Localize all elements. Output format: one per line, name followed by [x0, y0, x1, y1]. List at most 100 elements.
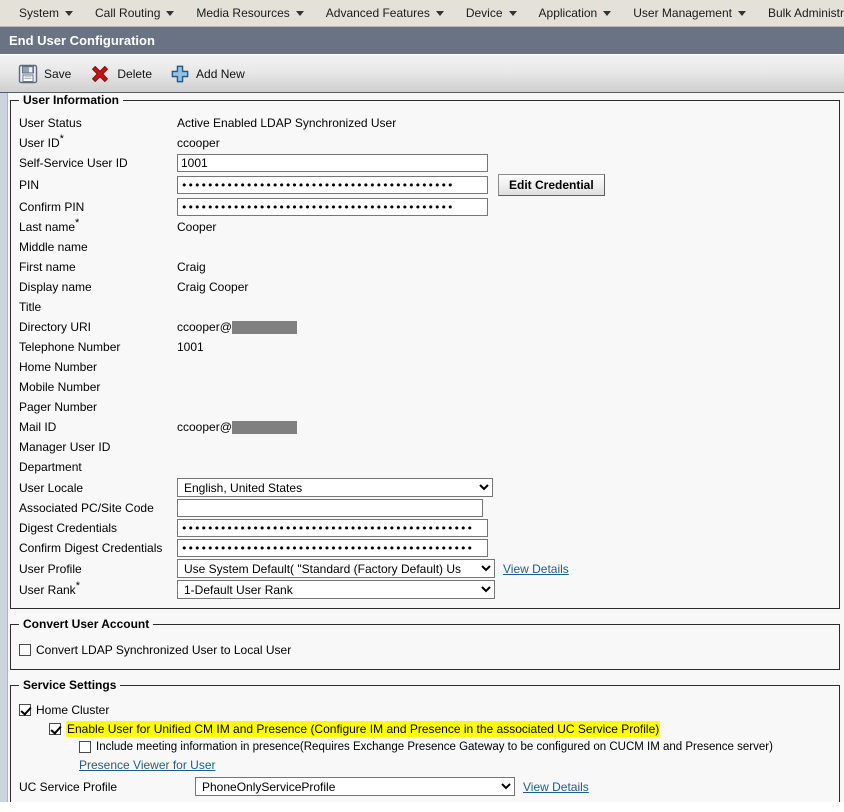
- display-name-value: Craig Cooper: [177, 280, 249, 294]
- home-cluster-checkbox[interactable]: [19, 704, 31, 716]
- mail-id-label: Mail ID: [19, 420, 57, 434]
- menu-item-application[interactable]: Application: [528, 0, 623, 26]
- directory-uri-value: ccooper@: [177, 319, 297, 335]
- last-name-label: Last name*: [19, 217, 80, 235]
- page-title-bar: End User Configuration: [0, 27, 844, 55]
- confirm-pin-input[interactable]: [177, 198, 488, 216]
- field-confirm-digest-credentials: Confirm Digest Credentials: [19, 538, 831, 558]
- field-associated-pc-site-code: Associated PC/Site Code: [19, 498, 831, 518]
- user-locale-select[interactable]: English, United States: [177, 478, 493, 497]
- menu-item-system[interactable]: System: [8, 0, 84, 26]
- include-meeting-info-checkbox[interactable]: [79, 741, 91, 753]
- associated-pc-site-code-label: Associated PC/Site Code: [19, 501, 154, 515]
- include-meeting-info-row: Include meeting information in presence(…: [79, 739, 831, 755]
- user-locale-label: User Locale: [19, 480, 84, 495]
- save-button[interactable]: Save: [12, 62, 77, 86]
- pin-input[interactable]: [177, 176, 488, 194]
- field-title: Title: [19, 297, 831, 317]
- add-new-button[interactable]: Add New: [164, 62, 251, 86]
- field-manager-user-id: Manager User ID: [19, 437, 831, 457]
- user-rank-label: User Rank*: [19, 579, 80, 597]
- convert-user-account-section: Convert User Account Convert LDAP Synchr…: [10, 617, 840, 670]
- title-label: Title: [19, 300, 42, 314]
- middle-name-label: Middle name: [19, 240, 88, 254]
- chevron-down-icon: [166, 10, 175, 16]
- page-content: User Information User Status Active Enab…: [0, 93, 844, 802]
- user-profile-select[interactable]: Use System Default( "Standard (Factory D…: [177, 559, 495, 578]
- user-rank-select[interactable]: 1-Default User Rank: [177, 580, 495, 599]
- redaction-block: [231, 420, 297, 434]
- mail-id-text: ccooper@: [177, 420, 232, 434]
- menu-item-media-resources[interactable]: Media Resources: [185, 0, 314, 26]
- field-user-status: User Status Active Enabled LDAP Synchron…: [19, 113, 831, 133]
- telephone-number-value: 1001: [177, 340, 204, 354]
- manager-user-id-label: Manager User ID: [19, 440, 111, 454]
- chevron-down-icon: [603, 10, 612, 16]
- field-display-name: Display name Craig Cooper: [19, 277, 831, 297]
- menu-item-advanced-features[interactable]: Advanced Features: [315, 0, 455, 26]
- pager-number-label: Pager Number: [19, 400, 98, 414]
- field-last-name: Last name* Cooper: [19, 217, 831, 237]
- user-information-section: User Information User Status Active Enab…: [10, 93, 840, 609]
- mail-id-value: ccooper@: [177, 419, 297, 435]
- field-pin: PIN Edit Credential: [19, 173, 831, 197]
- menu-label: Media Resources: [196, 6, 290, 20]
- menu-item-call-routing[interactable]: Call Routing: [84, 0, 185, 26]
- menu-item-user-management[interactable]: User Management: [622, 0, 757, 26]
- first-name-label: First name: [19, 260, 76, 274]
- menu-item-bulk-administration[interactable]: Bulk Administration: [757, 0, 844, 26]
- menu-label: Device: [465, 6, 503, 20]
- field-directory-uri: Directory URI ccooper@: [19, 317, 831, 337]
- blue-plus-icon: [170, 64, 190, 84]
- left-rail: [0, 93, 8, 802]
- field-home-number: Home Number: [19, 357, 831, 377]
- main-menu-bar: System Call Routing Media Resources Adva…: [0, 0, 844, 27]
- pin-label: PIN: [19, 178, 40, 192]
- convert-ldap-user-checkbox[interactable]: [19, 644, 31, 656]
- convert-ldap-user-label: Convert LDAP Synchronized User to Local …: [36, 643, 292, 657]
- redaction-block: [231, 320, 297, 334]
- user-id-label: User ID*: [19, 133, 64, 151]
- confirm-digest-credentials-input[interactable]: [177, 539, 488, 557]
- user-status-value: Active Enabled LDAP Synchronized User: [177, 116, 397, 130]
- menu-item-device[interactable]: Device: [455, 0, 528, 26]
- field-uc-service-profile: UC Service Profile PhoneOnlyServiceProfi…: [19, 776, 831, 797]
- chevron-down-icon: [737, 10, 746, 16]
- confirm-digest-credentials-label: Confirm Digest Credentials: [19, 541, 163, 555]
- digest-credentials-label: Digest Credentials: [19, 521, 118, 535]
- last-name-value: Cooper: [177, 220, 217, 234]
- field-middle-name: Middle name: [19, 237, 831, 257]
- delete-button[interactable]: Delete: [83, 61, 158, 87]
- enable-im-presence-label: Enable User for Unified CM IM and Presen…: [66, 721, 661, 737]
- mobile-number-label: Mobile Number: [19, 380, 101, 394]
- home-number-label: Home Number: [19, 360, 98, 374]
- presence-viewer-for-user-link[interactable]: Presence Viewer for User: [79, 758, 216, 772]
- field-user-profile: User Profile Use System Default( "Standa…: [19, 558, 831, 579]
- uc-service-profile-label: UC Service Profile: [19, 779, 118, 794]
- enable-im-presence-checkbox[interactable]: [49, 723, 61, 735]
- field-user-id: User ID* ccooper: [19, 133, 831, 153]
- associated-pc-site-code-input[interactable]: [177, 499, 483, 517]
- field-telephone-number: Telephone Number 1001: [19, 337, 831, 357]
- convert-user-account-legend: Convert User Account: [23, 617, 150, 631]
- digest-credentials-input[interactable]: [177, 519, 488, 537]
- self-service-user-id-input[interactable]: [177, 154, 488, 172]
- user-profile-view-details-link[interactable]: View Details: [503, 562, 569, 576]
- required-asterisk: *: [75, 579, 80, 592]
- chevron-down-icon: [508, 10, 517, 16]
- include-meeting-info-label: Include meeting information in presence(…: [96, 741, 773, 753]
- department-label: Department: [19, 460, 82, 474]
- field-mail-id: Mail ID ccooper@: [19, 417, 831, 437]
- save-label: Save: [44, 66, 72, 81]
- uc-service-profile-view-details-link[interactable]: View Details: [523, 780, 589, 794]
- field-user-locale: User Locale English, United States: [19, 477, 831, 498]
- confirm-pin-label: Confirm PIN: [19, 200, 85, 214]
- field-pager-number: Pager Number: [19, 397, 831, 417]
- menu-label: System: [19, 6, 60, 20]
- uc-service-profile-select[interactable]: PhoneOnlyServiceProfile: [195, 777, 515, 796]
- user-status-label: User Status: [19, 116, 82, 130]
- home-cluster-row: Home Cluster: [19, 701, 831, 719]
- edit-credential-button[interactable]: Edit Credential: [498, 174, 605, 196]
- presence-viewer-row: Presence Viewer for User: [79, 755, 831, 774]
- page-title: End User Configuration: [9, 33, 155, 48]
